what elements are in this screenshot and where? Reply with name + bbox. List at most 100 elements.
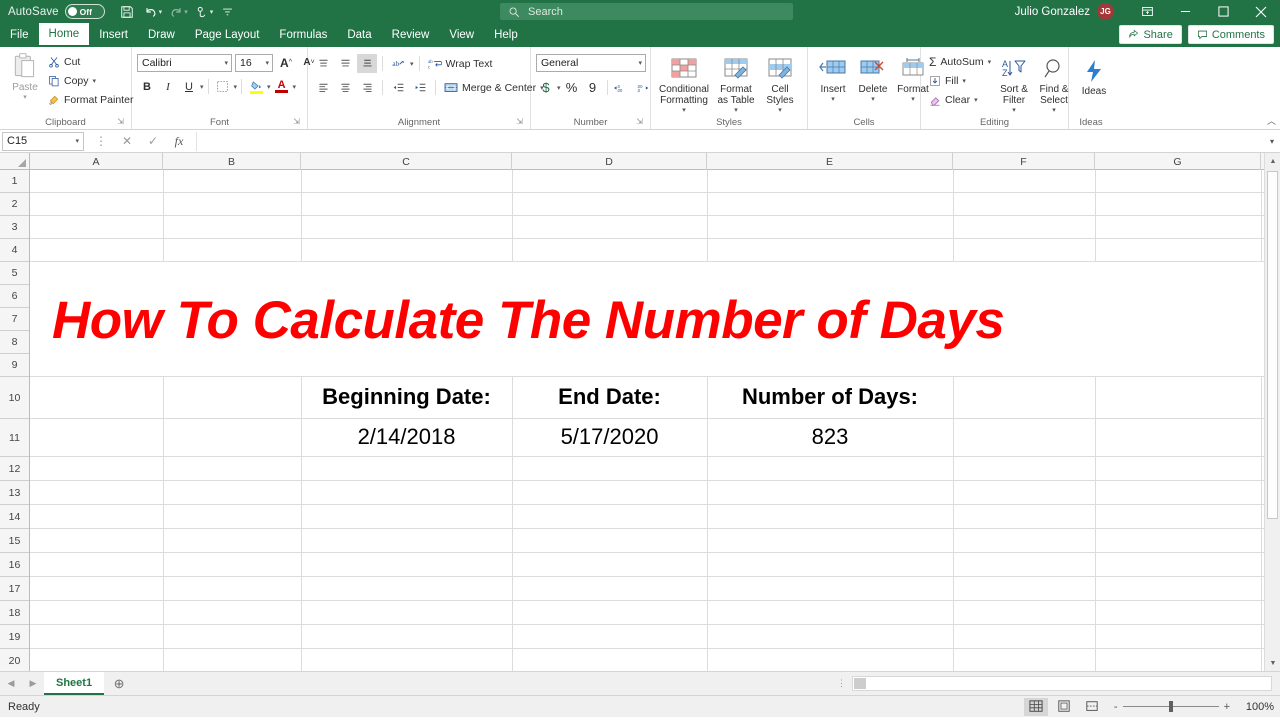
cell-c11-beginning-date-value[interactable]: 2/14/2018	[301, 418, 512, 456]
clear-button[interactable]: Clear ▾	[926, 90, 994, 109]
share-button[interactable]: Share	[1119, 25, 1181, 44]
format-cells-caret-icon[interactable]: ▾	[911, 95, 915, 103]
align-right-button[interactable]	[357, 78, 377, 97]
borders-button[interactable]	[213, 77, 233, 96]
tab-draw[interactable]: Draw	[138, 23, 185, 47]
scroll-up-icon[interactable]: ▲	[1265, 153, 1280, 169]
grid-cells[interactable]: How To Calculate The Number of Days Begi…	[30, 170, 1264, 671]
column-header-a[interactable]: A	[30, 153, 163, 170]
cell-title-text[interactable]: How To Calculate The Number of Days	[52, 280, 1264, 360]
delete-cells-button[interactable]: Delete ▾	[853, 52, 893, 105]
underline-caret-icon[interactable]: ▾	[200, 83, 204, 91]
cell-c10-beginning-date-header[interactable]: Beginning Date:	[301, 376, 512, 418]
vertical-scroll-thumb[interactable]	[1267, 171, 1278, 519]
autosum-button[interactable]: Σ AutoSum ▾	[926, 52, 994, 71]
zoom-slider[interactable]: - +	[1114, 701, 1230, 713]
cell-d10-end-date-header[interactable]: End Date:	[512, 376, 707, 418]
find-select-caret-icon[interactable]: ▾	[1052, 106, 1056, 114]
column-header-b[interactable]: B	[163, 153, 301, 170]
column-header-f[interactable]: F	[953, 153, 1095, 170]
font-color-button[interactable]: A	[272, 77, 292, 96]
cell-styles-button[interactable]: Cell Styles ▾	[760, 52, 800, 116]
row-header-6[interactable]: 6	[0, 285, 29, 308]
page-layout-view-icon[interactable]	[1052, 698, 1076, 716]
sort-filter-button[interactable]: AZ Sort & Filter ▾	[994, 52, 1034, 116]
sheet-tab-sheet1[interactable]: Sheet1	[44, 672, 104, 695]
cell-e11-number-of-days-value[interactable]: 823	[707, 418, 953, 456]
zoom-out-button[interactable]: -	[1114, 701, 1118, 713]
decrease-indent-button[interactable]	[388, 78, 408, 97]
autosum-caret-icon[interactable]: ▾	[988, 58, 992, 66]
clipboard-dialog-launcher[interactable]: ⇲	[117, 115, 124, 128]
sort-filter-caret-icon[interactable]: ▾	[1012, 106, 1016, 114]
minimize-icon[interactable]	[1166, 0, 1204, 23]
select-all-corner[interactable]	[0, 153, 30, 170]
previous-sheet-icon[interactable]: ◀	[0, 672, 22, 695]
tab-help[interactable]: Help	[484, 23, 528, 47]
insert-cells-caret-icon[interactable]: ▾	[831, 95, 835, 103]
increase-font-size-button[interactable]: A^	[276, 53, 296, 72]
cancel-icon[interactable]: ✕	[114, 131, 140, 151]
autosave-toggle[interactable]: Off	[65, 4, 105, 19]
row-header-15[interactable]: 15	[0, 529, 29, 553]
tab-home[interactable]: Home	[39, 23, 90, 47]
maximize-icon[interactable]	[1204, 0, 1242, 23]
tab-review[interactable]: Review	[382, 23, 440, 47]
page-break-preview-icon[interactable]	[1080, 698, 1104, 716]
customize-quick-access-toolbar-icon[interactable]	[215, 1, 239, 23]
decrease-decimal-button[interactable]: .00.0	[633, 78, 653, 97]
tab-data[interactable]: Data	[337, 23, 381, 47]
find-select-button[interactable]: Find & Select ▾	[1034, 52, 1074, 116]
row-header-4[interactable]: 4	[0, 239, 29, 262]
insert-function-icon[interactable]: fx	[166, 131, 192, 151]
font-color-caret-icon[interactable]: ▾	[293, 83, 297, 91]
fill-color-button[interactable]	[246, 77, 266, 96]
close-icon[interactable]	[1242, 0, 1280, 23]
row-header-14[interactable]: 14	[0, 505, 29, 529]
next-sheet-icon[interactable]: ▶	[22, 672, 44, 695]
row-header-11[interactable]: 11	[0, 419, 29, 457]
row-header-10[interactable]: 10	[0, 377, 29, 419]
column-header-c[interactable]: C	[301, 153, 512, 170]
align-center-button[interactable]	[335, 78, 355, 97]
row-header-9[interactable]: 9	[0, 354, 29, 377]
tab-page-layout[interactable]: Page Layout	[185, 23, 270, 47]
conditional-formatting-caret-icon[interactable]: ▾	[682, 106, 686, 114]
font-dialog-launcher[interactable]: ⇲	[293, 115, 300, 128]
column-header-e[interactable]: E	[707, 153, 953, 170]
row-header-2[interactable]: 2	[0, 193, 29, 216]
scroll-down-icon[interactable]: ▼	[1265, 655, 1280, 671]
collapse-ribbon-icon[interactable]: ︿	[1267, 114, 1276, 127]
row-header-5[interactable]: 5	[0, 262, 29, 285]
font-name-combo[interactable]: Calibri ▾	[137, 54, 232, 72]
paste-caret-icon[interactable]: ▾	[23, 93, 27, 101]
alignment-dialog-launcher[interactable]: ⇲	[516, 115, 523, 128]
accounting-caret-icon[interactable]: ▾	[557, 84, 561, 92]
cell-styles-caret-icon[interactable]: ▾	[778, 106, 782, 114]
zoom-in-button[interactable]: +	[1224, 701, 1230, 713]
conditional-formatting-button[interactable]: Conditional Formatting ▾	[656, 52, 712, 116]
tab-view[interactable]: View	[439, 23, 484, 47]
avatar[interactable]: JG	[1097, 3, 1114, 20]
column-header-d[interactable]: D	[512, 153, 707, 170]
bold-button[interactable]: B	[137, 77, 157, 96]
borders-caret-icon[interactable]: ▾	[234, 83, 238, 91]
row-header-13[interactable]: 13	[0, 481, 29, 505]
accounting-format-button[interactable]: $	[536, 78, 556, 97]
horizontal-scrollbar[interactable]	[852, 676, 1272, 691]
orientation-button[interactable]: ab	[388, 54, 408, 73]
align-middle-button[interactable]	[335, 54, 355, 73]
format-painter-button[interactable]: Format Painter	[45, 90, 136, 109]
search-input[interactable]: Search	[500, 3, 793, 20]
vertical-scrollbar[interactable]: ▲ ▼	[1264, 153, 1280, 671]
format-as-table-caret-icon[interactable]: ▾	[734, 106, 738, 114]
copy-caret-icon[interactable]: ▾	[93, 77, 97, 85]
percent-format-button[interactable]: %	[562, 78, 582, 97]
comma-format-button[interactable]: 9	[583, 78, 603, 97]
formula-input[interactable]	[196, 132, 1264, 151]
align-top-button[interactable]	[313, 54, 333, 73]
insert-cells-button[interactable]: Insert ▾	[813, 52, 853, 105]
delete-cells-caret-icon[interactable]: ▾	[871, 95, 875, 103]
normal-view-icon[interactable]	[1024, 698, 1048, 716]
font-name-caret-icon[interactable]: ▾	[224, 59, 228, 67]
